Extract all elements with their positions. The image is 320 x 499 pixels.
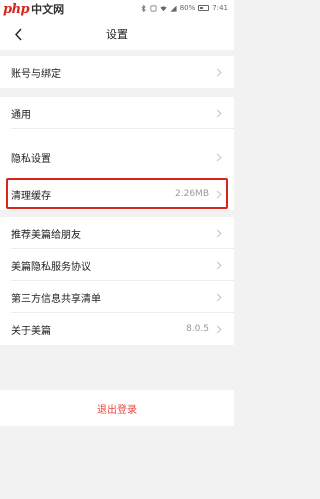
chevron-right-icon	[216, 109, 222, 118]
settings-item-general[interactable]: 通用	[0, 97, 234, 129]
wifi-icon	[160, 5, 167, 11]
settings-item-label: 美篇隐私服务协议	[11, 261, 91, 273]
chevron-right-icon	[216, 68, 222, 77]
chevron-right-icon	[216, 261, 222, 270]
chevron-right-icon	[216, 229, 222, 238]
settings-item-label: 第三方信息共享清单	[11, 293, 101, 305]
logout-button[interactable]: 退出登录	[0, 390, 234, 426]
settings-item-privacy-policy[interactable]: 美篇隐私服务协议	[0, 249, 234, 281]
settings-item-label: 通用	[11, 109, 31, 121]
bluetooth-icon	[141, 4, 146, 12]
logout-label: 退出登录	[97, 404, 137, 416]
settings-item-about[interactable]: 关于美篇 8.0.5	[0, 313, 234, 345]
settings-item-account[interactable]: 账号与绑定	[0, 56, 234, 88]
settings-item-label: 账号与绑定	[11, 68, 61, 80]
settings-item-third-party[interactable]: 第三方信息共享清单	[0, 281, 234, 313]
settings-item-privacy[interactable]: 隐私设置	[0, 141, 234, 173]
status-bar: php 中文网 80% 7:41	[0, 0, 234, 18]
status-icons: 80% 7:41	[140, 4, 228, 12]
nfc-icon	[150, 5, 157, 11]
battery-icon	[198, 5, 210, 11]
chevron-right-icon	[216, 293, 222, 302]
settings-item-label: 关于美篇	[11, 325, 51, 337]
chevron-right-icon	[216, 153, 222, 162]
settings-item-recommend[interactable]: 推荐美篇给朋友	[0, 217, 234, 249]
watermark-logo: php	[3, 1, 30, 17]
highlight-box	[6, 178, 228, 209]
signal-icon	[170, 4, 177, 12]
watermark-text: 中文网	[31, 3, 65, 16]
chevron-right-icon	[216, 325, 222, 334]
settings-item-label: 推荐美篇给朋友	[11, 229, 81, 241]
version-value: 8.0.5	[186, 324, 209, 334]
watermark: php 中文网	[3, 1, 64, 17]
clock: 7:41	[212, 4, 228, 12]
nav-bar: 设置	[0, 18, 234, 50]
page-title: 设置	[106, 28, 128, 41]
settings-item-label: 隐私设置	[11, 153, 51, 165]
battery-percent: 80%	[179, 4, 196, 12]
